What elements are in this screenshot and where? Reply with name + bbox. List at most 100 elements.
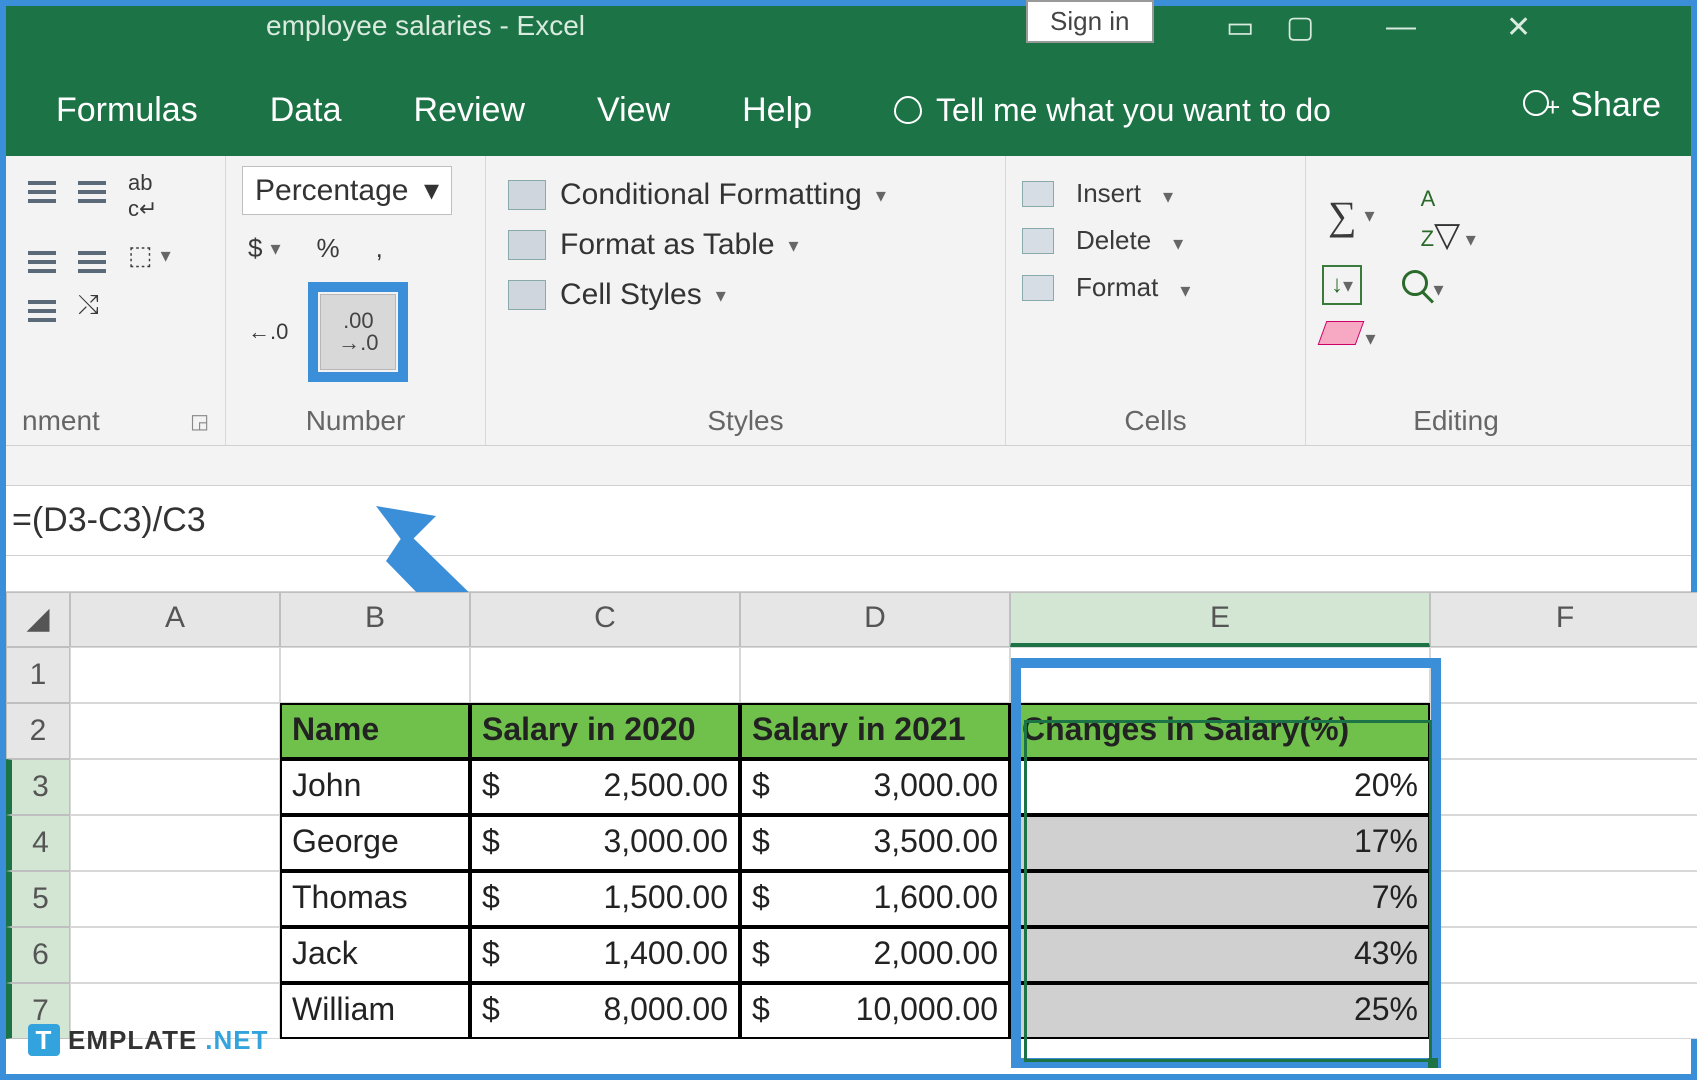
tab-data[interactable]: Data <box>270 91 342 130</box>
cell-a6[interactable] <box>70 927 280 983</box>
comma-format-button[interactable]: , <box>370 229 389 268</box>
col-header-d[interactable]: D <box>740 592 1010 647</box>
cell-f1[interactable] <box>1430 647 1697 703</box>
cell-d2[interactable]: Salary in 2021 <box>740 703 1010 759</box>
cell-f5[interactable] <box>1430 871 1697 927</box>
orientation-button[interactable]: ⤭ <box>72 285 105 325</box>
cell-styles-icon <box>508 280 546 310</box>
row-header-3[interactable]: 3 <box>6 759 70 815</box>
cell-b2[interactable]: Name <box>280 703 470 759</box>
share-button[interactable]: Share <box>1523 86 1661 125</box>
col-header-c[interactable]: C <box>470 592 740 647</box>
decrease-decimal-button[interactable]: .00 →.0 <box>320 294 396 370</box>
cell-c6[interactable]: $1,400.00 <box>470 927 740 983</box>
number-format-dropdown[interactable]: Percentage ▾ <box>242 166 452 215</box>
conditional-formatting-button[interactable]: Conditional Formatting <box>502 174 989 216</box>
autosum-button[interactable]: ∑ <box>1322 188 1381 243</box>
cell-d6[interactable]: $2,000.00 <box>740 927 1010 983</box>
cell-e1[interactable] <box>1010 647 1430 703</box>
cell-d4[interactable]: $3,500.00 <box>740 815 1010 871</box>
cell-b3[interactable]: John <box>280 759 470 815</box>
cell-f3[interactable] <box>1430 759 1697 815</box>
sign-in-button[interactable]: Sign in <box>1026 0 1154 43</box>
align-center2-button[interactable] <box>72 236 112 270</box>
sort-filter-button[interactable]: AZ▽ <box>1421 176 1476 255</box>
delete-button[interactable]: Delete <box>1070 221 1157 260</box>
col-header-f[interactable]: F <box>1430 592 1697 647</box>
align-right-button[interactable] <box>72 166 112 200</box>
fill-button[interactable]: ↓ <box>1322 265 1362 305</box>
insert-dropdown[interactable] <box>1163 177 1173 211</box>
cell-e4[interactable]: 17% <box>1010 815 1430 871</box>
cell-d7[interactable]: $10,000.00 <box>740 983 1010 1039</box>
cell-f7[interactable] <box>1430 983 1697 1039</box>
cell-e2[interactable]: Changes in Salary(%) <box>1010 703 1430 759</box>
delete-dropdown[interactable] <box>1173 224 1183 258</box>
cell-f4[interactable] <box>1430 815 1697 871</box>
wrap-text-button[interactable]: abc↵ <box>122 166 163 226</box>
cell-d5[interactable]: $1,600.00 <box>740 871 1010 927</box>
fill-handle[interactable] <box>1428 1058 1438 1068</box>
window-restore-icon[interactable]: ▢ <box>1286 10 1314 45</box>
cell-a4[interactable] <box>70 815 280 871</box>
clear-button[interactable] <box>1322 315 1376 354</box>
formula-bar[interactable]: =(D3-C3)/C3 <box>6 486 1691 556</box>
format-as-table-button[interactable]: Format as Table <box>502 224 989 266</box>
tab-view[interactable]: View <box>597 91 670 130</box>
insert-button[interactable]: Insert <box>1070 174 1147 213</box>
cell-a1[interactable] <box>70 647 280 703</box>
row-header-5[interactable]: 5 <box>6 871 70 927</box>
cell-e3[interactable]: 20% <box>1010 759 1430 815</box>
cell-a5[interactable] <box>70 871 280 927</box>
row-header-2[interactable]: 2 <box>6 703 70 759</box>
number-group: Percentage ▾ $ % , ←.0 .00 →.0 Number <box>226 156 486 445</box>
cell-b4[interactable]: George <box>280 815 470 871</box>
minimize-icon[interactable]: — <box>1386 10 1416 44</box>
row-header-1[interactable]: 1 <box>6 647 70 703</box>
cell-b6[interactable]: Jack <box>280 927 470 983</box>
align-middle-button[interactable] <box>22 166 62 200</box>
col-header-a[interactable]: A <box>70 592 280 647</box>
cell-b5[interactable]: Thomas <box>280 871 470 927</box>
format-dropdown[interactable] <box>1180 271 1190 305</box>
cell-c5[interactable]: $1,500.00 <box>470 871 740 927</box>
percent-format-button[interactable]: % <box>311 229 346 268</box>
cell-c4[interactable]: $3,000.00 <box>470 815 740 871</box>
cell-e6[interactable]: 43% <box>1010 927 1430 983</box>
tab-help[interactable]: Help <box>742 91 812 130</box>
align-left2-button[interactable] <box>22 236 62 270</box>
cell-a2[interactable] <box>70 703 280 759</box>
increase-decimal-button[interactable]: ←.0 <box>242 315 294 349</box>
spreadsheet-grid[interactable]: ◢ A B C D E F 1 2 Name Salary in 2020 Sa… <box>6 592 1691 1039</box>
cell-styles-button[interactable]: Cell Styles <box>502 274 989 316</box>
cell-a3[interactable] <box>70 759 280 815</box>
col-header-b[interactable]: B <box>280 592 470 647</box>
cell-c3[interactable]: $2,500.00 <box>470 759 740 815</box>
cell-e5[interactable]: 7% <box>1010 871 1430 927</box>
cell-d1[interactable] <box>740 647 1010 703</box>
cell-c1[interactable] <box>470 647 740 703</box>
row-header-4[interactable]: 4 <box>6 815 70 871</box>
cell-f6[interactable] <box>1430 927 1697 983</box>
tab-formulas[interactable]: Formulas <box>56 91 198 130</box>
select-all-corner[interactable]: ◢ <box>6 592 70 647</box>
cell-c2[interactable]: Salary in 2020 <box>470 703 740 759</box>
cell-b1[interactable] <box>280 647 470 703</box>
close-icon[interactable]: ✕ <box>1506 10 1531 45</box>
find-select-button[interactable] <box>1402 266 1444 305</box>
tab-review[interactable]: Review <box>414 91 525 130</box>
col-header-e[interactable]: E <box>1010 592 1430 647</box>
indent-dec-button[interactable] <box>22 285 62 319</box>
accounting-format-button[interactable]: $ <box>242 229 287 268</box>
tell-me-search[interactable]: Tell me what you want to do <box>894 92 1331 129</box>
cell-f2[interactable] <box>1430 703 1697 759</box>
cell-d3[interactable]: $3,000.00 <box>740 759 1010 815</box>
row-header-6[interactable]: 6 <box>6 927 70 983</box>
cell-e7[interactable]: 25% <box>1010 983 1430 1039</box>
cell-c7[interactable]: $8,000.00 <box>470 983 740 1039</box>
format-button[interactable]: Format <box>1070 268 1164 307</box>
alignment-launcher-icon[interactable]: ◲ <box>190 409 209 434</box>
merge-button[interactable]: ⬚ <box>122 236 177 275</box>
cell-b7[interactable]: William <box>280 983 470 1039</box>
ribbon-display-icon[interactable]: ▭ <box>1226 10 1254 45</box>
